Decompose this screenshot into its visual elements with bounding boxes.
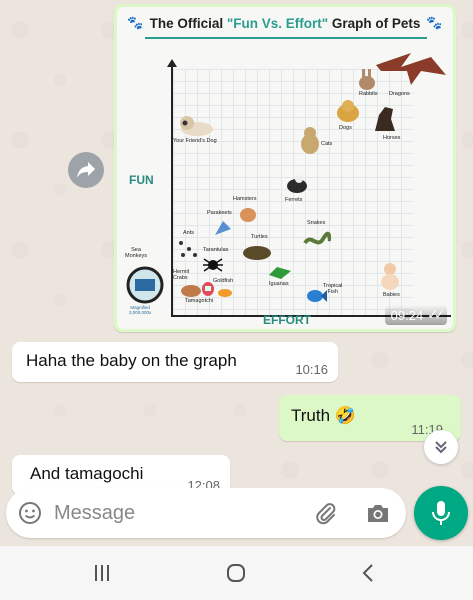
message-text: Haha the baby on the graph	[26, 351, 237, 370]
dog-picture	[337, 100, 359, 122]
attach-button[interactable]	[314, 501, 338, 530]
camera-icon	[368, 505, 388, 522]
paw-icon: 🐾	[127, 15, 144, 30]
snake-picture	[303, 231, 331, 245]
pet-label-babies: Babies	[383, 292, 400, 298]
y-axis-label: FUN	[129, 173, 154, 187]
pet-label-ferrets: Ferrets	[285, 197, 303, 203]
forward-button[interactable]	[68, 152, 104, 188]
scroll-to-bottom-button[interactable]	[424, 430, 458, 464]
pet-label-hamsters: Hamsters	[233, 196, 257, 202]
ants-picture	[179, 241, 197, 257]
pet-label-dogs: Dogs	[339, 125, 352, 131]
forward-icon	[77, 162, 95, 178]
pet-label-snakes: Snakes	[307, 220, 326, 226]
graph-title-row: 🐾 The Official "Fun Vs. Effort" Graph of…	[117, 15, 453, 31]
title-underline	[145, 37, 427, 39]
rabbit-picture	[359, 69, 375, 90]
tarantula-picture	[203, 258, 223, 272]
nav-back-button[interactable]	[348, 558, 388, 588]
paperclip-icon	[316, 503, 336, 525]
fun-vs-effort-graph-image[interactable]: 🐾 The Official "Fun Vs. Effort" Graph of…	[117, 7, 453, 329]
image-time: 09:24	[390, 307, 424, 323]
nav-home-icon	[227, 564, 245, 582]
pet-label-magnified: Magnified 3,000,000x	[129, 305, 152, 315]
read-ticks-icon: ✓✓	[427, 307, 445, 322]
pet-label-tarantulas: Tarantulas	[203, 247, 229, 253]
baby-picture	[381, 263, 399, 290]
message-text: And tamagochi	[30, 464, 144, 483]
x-axis-label: EFFORT	[263, 313, 311, 327]
pug-picture	[180, 116, 213, 136]
message-input[interactable]	[54, 498, 304, 528]
message-composer	[6, 488, 406, 538]
image-message-bubble[interactable]: 🐾 The Official "Fun Vs. Effort" Graph of…	[114, 4, 456, 332]
pet-label-rabbits: Rabbits	[359, 91, 378, 97]
nav-back-icon	[362, 564, 373, 582]
graph-title: The Official "Fun Vs. Effort" Graph of P…	[149, 15, 421, 31]
goldfish-picture	[218, 289, 232, 297]
microphone-icon	[432, 501, 450, 525]
message-text: Truth 🤣	[291, 406, 356, 425]
hermit-crab-picture	[181, 285, 201, 297]
paw-icon: 🐾	[426, 15, 443, 30]
iguana-picture	[269, 267, 291, 279]
message-time: 10:16	[295, 362, 328, 377]
pet-label-iguanas: Iguanas	[269, 281, 289, 287]
pet-label-goldfish: Goldfish	[213, 278, 234, 284]
emoji-icon	[19, 502, 41, 524]
sea-monkey-magnifier-picture	[126, 266, 164, 304]
pet-label-turtles: Turtles	[251, 234, 268, 240]
nav-recents-button[interactable]	[82, 558, 122, 588]
pet-label-tropical-fish: Tropical Fish	[323, 283, 343, 296]
nav-recents-icon	[95, 565, 109, 581]
hamster-picture	[240, 208, 256, 222]
camera-button[interactable]	[366, 502, 390, 529]
incoming-message[interactable]: Haha the baby on the graph 10:16	[12, 342, 338, 382]
pet-label-friends-dog: Your Friend's Dog	[173, 138, 217, 144]
pet-label-horses: Horses	[383, 135, 401, 141]
pet-label-dragons: Dragons	[389, 91, 410, 97]
pet-label-parakeets: Parakeets	[207, 210, 232, 216]
voice-message-button[interactable]	[414, 486, 468, 540]
dragon-picture	[376, 53, 446, 85]
cat-picture	[301, 127, 319, 154]
pet-label-tamagotchi: Tamagotchi	[185, 298, 214, 304]
image-timestamp: 09:24 ✓✓	[384, 305, 447, 325]
ferret-picture	[287, 175, 307, 193]
horse-picture	[375, 107, 395, 131]
pet-label-hermit-crabs: Hermit Crabs	[173, 269, 190, 282]
turtle-picture	[243, 246, 271, 260]
parakeet-picture	[215, 221, 231, 235]
pet-label-cats: Cats	[321, 141, 333, 147]
chevron-down-double-icon	[435, 441, 447, 454]
pet-label-sea-monkeys: Sea Monkeys	[125, 247, 148, 260]
system-navigation-bar	[0, 546, 473, 600]
emoji-button[interactable]	[18, 501, 42, 530]
nav-home-button[interactable]	[216, 558, 256, 588]
pet-label-ants: Ants	[183, 230, 195, 236]
